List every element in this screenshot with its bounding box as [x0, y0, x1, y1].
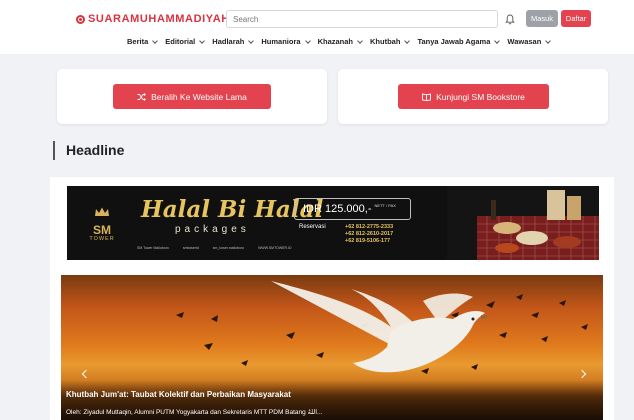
chevron-down-icon	[494, 37, 501, 44]
site-logo[interactable]: SUARAMUHAMMADIYAH	[76, 13, 230, 25]
register-button[interactable]: Daftar	[561, 10, 591, 27]
section-accent-bar	[53, 141, 55, 160]
shuffle-icon	[137, 92, 147, 101]
nav-item-khazanah[interactable]: Khazanah	[317, 37, 363, 46]
nav-item-label: Khutbah	[370, 37, 401, 46]
chevron-down-icon	[199, 37, 206, 44]
chevron-down-icon	[404, 37, 411, 44]
nav-item-khutbah[interactable]: Khutbah	[370, 37, 411, 46]
headline-slider[interactable]: Khutbah Jum'at: Taubat Kolektif dan Perb…	[61, 275, 603, 420]
nav-item-wawasan[interactable]: Wawasan	[507, 37, 552, 46]
nav-item-tanya-jawab-agama[interactable]: Tanya Jawab Agama	[417, 37, 501, 46]
nav-item-label: Wawasan	[507, 37, 542, 46]
logo-emblem-icon	[76, 14, 85, 24]
nav-item-label: Tanya Jawab Agama	[417, 37, 491, 46]
price-box: IDR 125.000,- NETT / PAX	[294, 198, 411, 220]
banner-footer: SM Tower Malioboro smtowerid sm_tower.ma…	[137, 246, 292, 250]
old-website-button[interactable]: Beralih Ke Website Lama	[113, 84, 271, 109]
nav-item-label: Editorial	[165, 37, 196, 46]
phone-number: +62 812-2775-2333	[345, 224, 394, 230]
main-nav: Berita Editorial Hadlarah Humaniora Khaz…	[127, 37, 552, 46]
bookstore-label: Kunjungi SM Bookstore	[436, 91, 525, 102]
bookstore-card: Kunjungi SM Bookstore	[338, 69, 608, 124]
bell-icon[interactable]	[505, 14, 515, 25]
price-note: NETT / PAX	[374, 203, 396, 208]
ad-banner[interactable]: SM TOWER Halal Bi Halal packages SM Towe…	[67, 186, 599, 260]
nav-item-hadlarah[interactable]: Hadlarah	[212, 37, 255, 46]
nav-item-editorial[interactable]: Editorial	[165, 37, 206, 46]
sm-logo-text: SM	[93, 223, 111, 237]
search-input[interactable]	[226, 10, 498, 28]
logo-text: SUARAMUHAMMADIYAH	[88, 13, 230, 25]
old-website-card: Beralih Ke Website Lama	[57, 69, 327, 124]
chevron-down-icon	[545, 37, 552, 44]
banner-footer-item: smtowerid	[182, 246, 199, 250]
reservation-phones: +62 812-2775-2333 +62 812-2610-2017 +62 …	[345, 224, 393, 245]
nav-item-label: Hadlarah	[212, 37, 245, 46]
book-icon	[422, 92, 432, 101]
sm-tower-logo: SM TOWER	[85, 206, 119, 242]
phone-number: +62 819-5106-177	[345, 238, 391, 244]
nav-item-berita[interactable]: Berita	[127, 37, 159, 46]
price-text: IDR 125.000,-	[303, 203, 372, 215]
banner-subtitle: packages	[175, 224, 250, 235]
sm-logo-subtext: TOWER	[89, 236, 115, 242]
crown-icon	[95, 207, 109, 216]
banner-footer-item: SM Tower Malioboro	[137, 246, 169, 250]
reservation-label: Reservasi	[299, 224, 326, 230]
old-website-label: Beralih Ke Website Lama	[151, 91, 247, 102]
nav-item-label: Berita	[127, 37, 149, 46]
chevron-down-icon	[248, 37, 255, 44]
slide-author: Oleh: Ziyadul Muttaqin, Alumni PUTM Yogy…	[66, 409, 323, 416]
nav-item-label: Khazanah	[317, 37, 354, 46]
chevron-down-icon	[357, 37, 363, 44]
chevron-down-icon	[152, 37, 159, 44]
login-button[interactable]: Masuk	[526, 10, 558, 27]
banner-footer-item: WWW.SMTOWER.ID	[258, 246, 292, 250]
nav-item-label: Humaniora	[261, 37, 301, 46]
bookstore-button[interactable]: Kunjungi SM Bookstore	[398, 84, 549, 109]
banner-footer-item: sm_tower.malioboro	[212, 246, 245, 250]
slide-title-link[interactable]: Khutbah Jum'at: Taubat Kolektif dan Perb…	[66, 390, 291, 399]
phone-number: +62 812-2610-2017	[345, 231, 394, 237]
top-header: SUARAMUHAMMADIYAH Masuk Daftar Berita Ed…	[0, 0, 634, 54]
banner-food-image	[447, 186, 599, 260]
chevron-down-icon	[304, 37, 311, 44]
nav-item-humaniora[interactable]: Humaniora	[261, 37, 311, 46]
section-title: Headline	[66, 142, 125, 158]
